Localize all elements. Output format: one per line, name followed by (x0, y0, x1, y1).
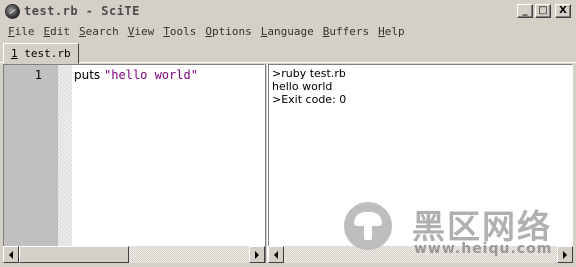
menu-bar: File Edit Search View Tools Options Lang… (0, 23, 576, 42)
tab-test-rb[interactable]: 1 test.rb (3, 43, 79, 64)
scite-app-icon[interactable] (5, 4, 20, 19)
close-button[interactable]: X (555, 4, 571, 18)
menu-language[interactable]: Language (257, 23, 319, 42)
arrow-left-icon (9, 250, 13, 259)
menu-edit[interactable]: Edit (40, 23, 76, 42)
scroll-right-button[interactable] (557, 246, 573, 263)
maximize-button[interactable]: □ (535, 4, 551, 18)
code-line[interactable]: puts "hello world" (74, 68, 198, 82)
menu-file[interactable]: File (4, 23, 40, 42)
code-string: "hello world" (104, 68, 198, 82)
arrow-right-icon (255, 250, 259, 259)
editor-pane[interactable]: 1 puts "hello world" (3, 64, 265, 247)
menu-search[interactable]: Search (75, 23, 124, 42)
menu-buffers[interactable]: Buffers (319, 23, 374, 42)
scroll-left-button[interactable] (3, 246, 19, 263)
menu-help[interactable]: Help (374, 23, 410, 42)
code-keyword: puts (74, 68, 104, 82)
output-line: >ruby test.rb (272, 67, 346, 80)
title-bar: test.rb - SciTE _ □ X (0, 0, 576, 22)
tab-index: 1 (11, 47, 18, 60)
arrow-left-icon (274, 250, 278, 259)
output-horizontal-scrollbar[interactable] (268, 246, 573, 263)
arrow-right-icon (563, 250, 567, 259)
window-controls: _ □ X (517, 4, 571, 18)
window-title: test.rb - SciTE (24, 4, 140, 18)
menu-options[interactable]: Options (201, 23, 256, 42)
line-number-margin: 1 (4, 65, 58, 246)
tab-strip: 1 test.rb (0, 42, 576, 64)
scroll-left-button[interactable] (268, 246, 284, 263)
scroll-thumb[interactable] (19, 246, 129, 263)
editor-horizontal-scrollbar[interactable] (3, 246, 265, 263)
menu-view[interactable]: View (124, 23, 160, 42)
fold-margin[interactable] (58, 65, 72, 246)
output-pane[interactable]: >ruby test.rb hello world >Exit code: 0 (268, 64, 573, 247)
output-line: hello world (272, 80, 333, 93)
output-line: >Exit code: 0 (272, 93, 347, 106)
line-number: 1 (34, 68, 42, 82)
window-bottom-border (0, 263, 576, 267)
scroll-right-button[interactable] (249, 246, 265, 263)
tab-label: test.rb (24, 47, 71, 60)
menu-tools[interactable]: Tools (159, 23, 201, 42)
minimize-button[interactable]: _ (517, 4, 533, 18)
